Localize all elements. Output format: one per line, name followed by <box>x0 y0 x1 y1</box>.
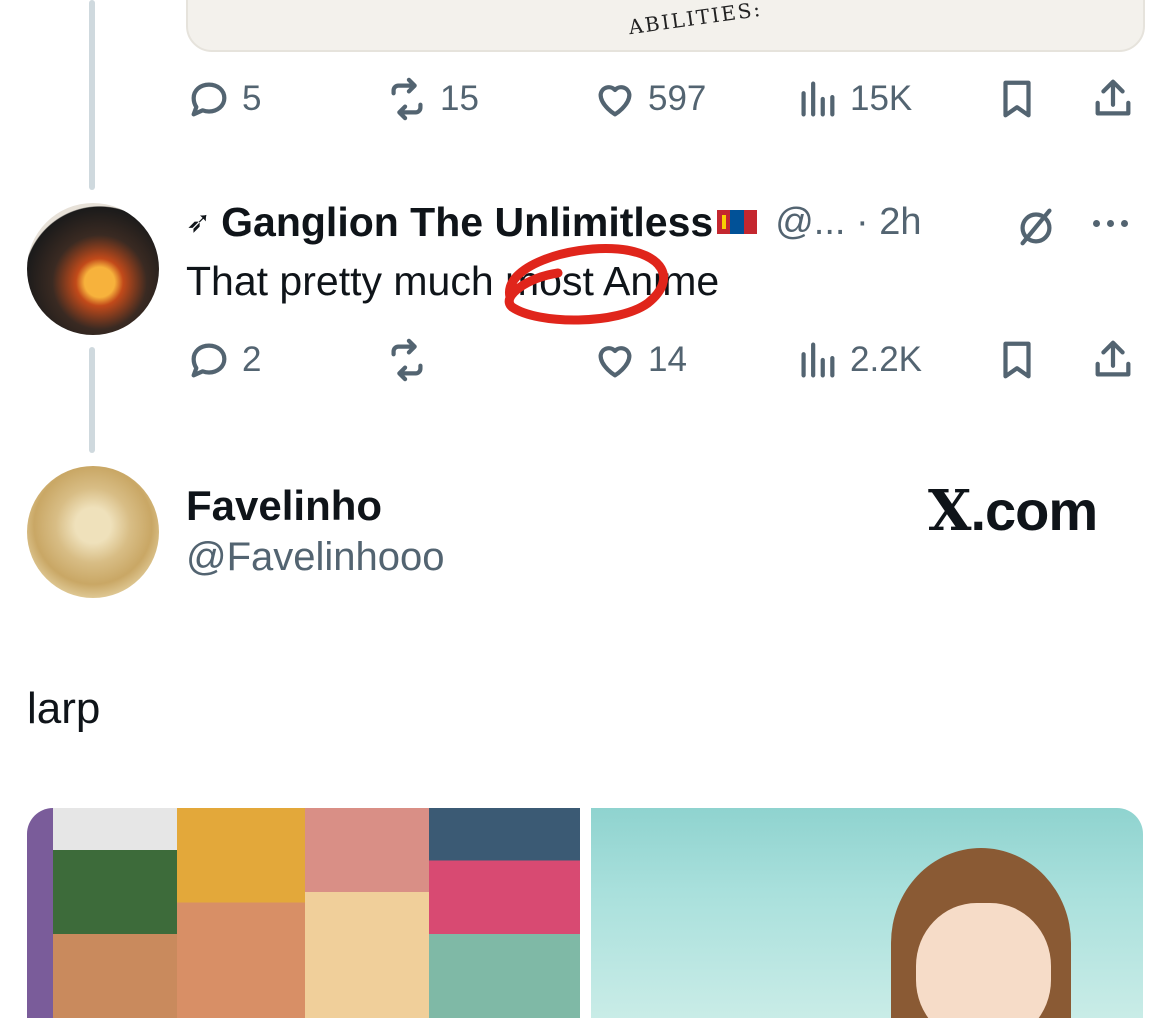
reply-action-bar: 2 14 2.2K <box>186 337 1141 387</box>
like-button[interactable]: 597 <box>592 76 706 122</box>
like-button[interactable]: 14 <box>592 337 687 383</box>
repost-icon <box>391 338 423 382</box>
display-name[interactable]: Favelinho <box>186 482 382 530</box>
views-count: 15K <box>850 79 913 118</box>
like-icon <box>598 85 632 117</box>
tweet-image-right[interactable] <box>591 808 1143 1018</box>
reply-icon <box>191 82 227 117</box>
tweet-text: larp <box>27 684 101 733</box>
brand-text: .com <box>970 479 1098 542</box>
repost-count: 15 <box>440 79 479 118</box>
reply-count: 2 <box>242 340 262 379</box>
views-button[interactable]: 2.2K <box>794 337 922 383</box>
grok-icon[interactable] <box>1013 203 1059 249</box>
reply-icon <box>191 343 227 378</box>
more-icon[interactable] <box>1093 208 1139 238</box>
share-icon <box>1095 340 1131 377</box>
like-count: 597 <box>648 79 707 118</box>
bookmark-button[interactable] <box>994 337 1040 383</box>
repost-button[interactable]: 15 <box>384 76 479 122</box>
bookmark-icon <box>1003 341 1031 379</box>
tweet-header: ➶ Ganglion The Unlimitless @... · 2h <box>186 196 922 248</box>
thread-line-top <box>89 0 95 190</box>
bookmark-icon <box>1003 80 1031 118</box>
share-button[interactable] <box>1090 76 1136 122</box>
avatar[interactable] <box>27 203 159 335</box>
views-button[interactable]: 15K <box>794 76 912 122</box>
views-icon <box>801 81 835 117</box>
share-button[interactable] <box>1090 337 1136 383</box>
views-icon <box>801 342 835 378</box>
reply-count: 5 <box>242 79 262 118</box>
media-caption: ABILITIES: <box>626 0 764 40</box>
share-icon <box>1095 79 1131 116</box>
views-count: 2.2K <box>850 340 922 379</box>
repost-icon <box>391 77 423 121</box>
x-logo: X.com <box>928 478 1098 544</box>
rocket-emoji: ➶ <box>186 205 212 239</box>
mongolia-flag-icon <box>717 210 758 234</box>
tweet-image-left[interactable] <box>27 808 580 1018</box>
repost-button[interactable] <box>384 337 440 383</box>
thread-line-bottom <box>89 347 95 453</box>
display-name[interactable]: Ganglion The Unlimitless <box>221 199 713 246</box>
tweet-action-bar: 5 15 597 15K <box>186 76 1141 126</box>
handle[interactable]: @Favelinhooo <box>186 535 445 580</box>
reply-button[interactable]: 5 <box>186 76 261 122</box>
like-icon <box>598 346 632 378</box>
tweet-text: That pretty much most Anime <box>186 258 720 304</box>
tweet-media-cropped[interactable]: ABILITIES: <box>186 0 1145 52</box>
reply-button[interactable]: 2 <box>186 337 261 383</box>
handle-and-time[interactable]: @... · 2h <box>775 201 921 244</box>
bookmark-button[interactable] <box>994 76 1040 122</box>
like-count: 14 <box>648 340 687 379</box>
avatar[interactable] <box>27 466 159 598</box>
